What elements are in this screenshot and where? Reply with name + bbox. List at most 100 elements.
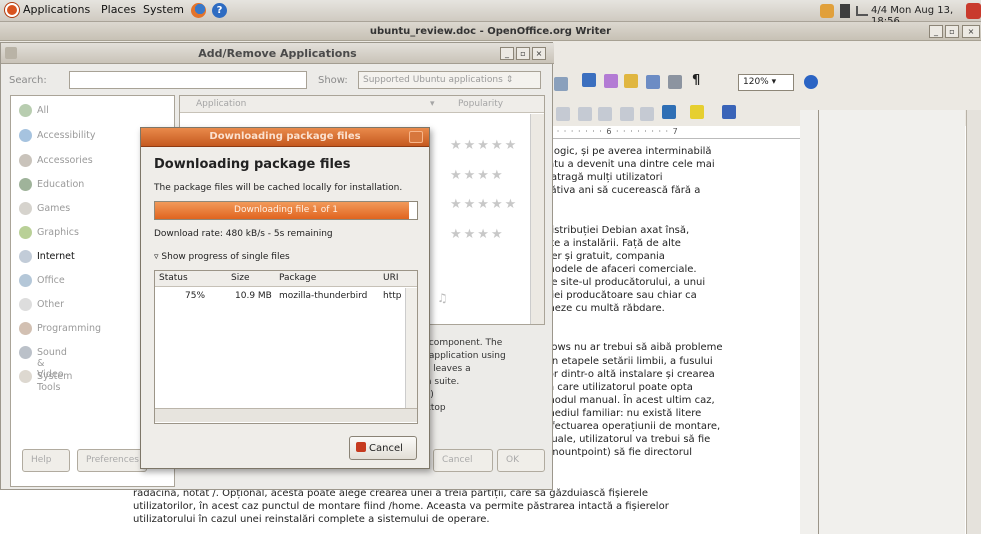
office-icon [19,274,32,287]
text-line: pe site-ul producătorului, a unui [545,276,706,288]
text-line: rin etapele setării limbii, a fusului [545,355,713,367]
row-package: mozilla-thunderbird [279,291,368,301]
text-line: sktop [421,403,446,414]
search-label: Search: [9,75,47,86]
text-line: nuale, utilizatorul va trebui să fie [545,434,711,446]
decrease-indent-icon[interactable] [620,107,634,121]
sound-video-icon [19,346,32,359]
writer-minimize-button[interactable]: _ [929,25,943,38]
column-status[interactable]: Status [159,273,188,283]
writer-maximize-button[interactable]: ▫ [945,25,959,38]
ar-close-button[interactable]: × [532,47,546,60]
document-text-right[interactable]: ologic, și pe averea interminabilă intu a… [545,145,723,459]
row-status: 75% [185,291,206,301]
bullets-icon[interactable] [598,107,612,121]
text-line: (mountpoint) să fie directorul [545,447,693,459]
column-package[interactable]: Package [279,273,316,283]
update-notifier-icon[interactable] [820,4,834,18]
table-row[interactable]: 75% 10.9 MB mozilla-thunderbird http [155,288,405,304]
document-background [800,110,965,534]
horizontal-ruler[interactable]: · 5 · · · · · · · 6 · · · · · · · · 7 [540,127,800,139]
show-select[interactable]: Supported Ubuntu applications ⇕ [358,71,541,89]
text-line: modul manual. În acest ultim caz, [545,394,715,406]
draw-icon[interactable] [604,74,618,88]
download-cancel-button[interactable]: Cancel [349,436,417,460]
preferences-button[interactable]: Preferences [77,449,147,472]
text-line: mediul familiar: nu există litere [545,407,702,419]
ar-maximize-button[interactable]: ▫ [516,47,530,60]
gallery-icon[interactable] [646,75,660,89]
games-icon [19,202,32,215]
application-description: il component. The il application using rd … [421,338,506,417]
network-icon[interactable] [856,6,868,16]
ar-minimize-button[interactable]: _ [500,47,514,60]
column-popularity[interactable]: Popularity [458,99,503,109]
column-uri[interactable]: URI [383,273,399,283]
text-line: ber și gratuit, compania [545,250,665,262]
category-label: Games [37,203,71,214]
help-icon[interactable]: ? [212,3,227,18]
background-color-icon[interactable] [722,105,736,119]
category-label: Programming [37,323,102,334]
download-heading: Downloading package files [154,157,351,172]
text-line: meze cu multă răbdare. [545,303,665,315]
text-line: rd) [421,390,506,403]
add-remove-title: Add/Remove Applications [198,47,357,60]
font-color-icon[interactable] [662,105,676,119]
other-icon [19,298,32,311]
writer-vertical-scrollbar[interactable] [966,110,981,534]
document-text-bottom[interactable]: rădăcină, notat /. Opțional, acesta poat… [133,487,669,526]
category-label: All [37,105,49,116]
numbering-icon[interactable] [578,107,592,121]
text-line [545,197,723,210]
menu-applications[interactable]: Applications [23,3,90,16]
writer-help-icon[interactable] [804,75,818,89]
text-line [545,328,723,341]
column-size[interactable]: Size [231,273,249,283]
show-single-files-expander[interactable]: ▿ Show progress of single files [154,252,290,262]
application-list-header: Application ▾ Popularity [180,96,544,113]
file-list-vscrollbar[interactable] [405,288,417,408]
page-margin-line [818,110,819,534]
file-list-header: Status Size Package URI [155,271,417,287]
download-close-button[interactable] [409,131,423,143]
column-application[interactable]: Application [196,99,246,109]
zoom-select[interactable]: 120% ▾ [738,74,794,91]
text-line: distribuției Debian axat însă, [545,224,690,236]
row-size: 10.9 MB [235,291,272,301]
formatting-marks-icon[interactable]: ¶ [692,73,700,88]
ar-cancel-button[interactable]: Cancel [433,449,493,472]
writer-close-button[interactable]: × [962,25,980,38]
download-rate: Download rate: 480 kB/s - 5s remaining [154,229,333,239]
text-line [545,315,723,328]
text-line: ologic, și pe averea interminabilă [545,146,712,157]
logout-icon[interactable] [966,3,981,19]
app-icon: ♫ [437,291,448,305]
help-button[interactable]: Help [22,449,70,472]
menu-places[interactable]: Places [101,3,136,16]
application-list-scrollbar[interactable] [530,114,544,324]
firefox-icon[interactable] [191,3,206,18]
text-line: il application using [421,351,506,362]
text-line: il component. The [421,338,503,348]
text-line: utilizatorilor, în acest caz punctul de … [133,501,669,513]
ok-button[interactable]: OK [497,449,545,472]
highlighting-icon[interactable] [690,105,704,119]
datasources-icon[interactable] [668,75,682,89]
battery-icon[interactable] [840,4,850,18]
workspace-indicator: 4/4 [871,5,888,16]
expander-arrow-icon: ▿ [154,252,159,262]
text-line: modele de afaceri comerciale. [545,263,697,275]
chart-icon[interactable] [582,73,596,87]
search-input[interactable] [69,71,307,89]
increase-indent-icon[interactable] [640,107,654,121]
ubuntu-logo-icon[interactable] [5,3,19,17]
text-line: lor dintr-o altă instalare și crearea [545,368,715,380]
align-left-icon[interactable] [556,107,570,121]
file-list-hscrollbar[interactable] [155,408,417,422]
menu-system[interactable]: System [143,3,184,16]
zoom-value: 120% [743,77,769,87]
navigator-icon[interactable] [624,74,638,88]
table-icon[interactable] [554,77,568,91]
popularity-stars: ★★★★ [450,168,505,183]
